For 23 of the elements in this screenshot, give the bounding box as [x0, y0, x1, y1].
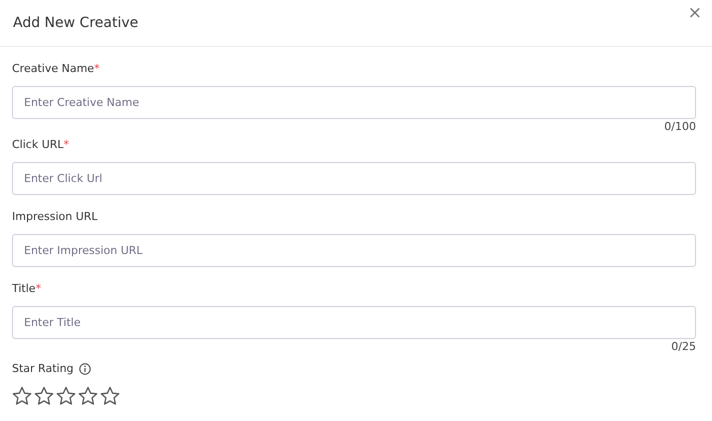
required-asterisk: *	[94, 62, 100, 75]
field-label: Click URL*	[12, 137, 70, 153]
info-icon[interactable]	[78, 363, 91, 375]
star-icon[interactable]	[78, 386, 98, 406]
star-icon[interactable]	[100, 386, 120, 406]
text-input[interactable]: Enter Creative Name	[12, 86, 696, 119]
star-icon[interactable]	[34, 386, 54, 406]
text-input[interactable]: Enter Impression URL	[12, 234, 696, 267]
field-label: Title*	[12, 281, 42, 297]
field-label: Star Rating	[12, 361, 74, 377]
dialog-title: Add New Creative	[13, 15, 138, 31]
character-counter: 0/25	[671, 340, 696, 354]
required-asterisk: *	[36, 282, 42, 295]
required-asterisk: *	[64, 138, 70, 151]
text-input[interactable]: Enter Click Url	[12, 162, 696, 195]
text-input[interactable]: Enter Title	[12, 306, 696, 339]
field-label: Creative Name*	[12, 61, 100, 77]
field-label: Impression URL	[12, 209, 98, 225]
star-icon[interactable]	[56, 386, 76, 406]
character-counter: 0/100	[664, 120, 696, 134]
star-icon[interactable]	[12, 386, 32, 406]
close-button[interactable]: ×	[684, 3, 706, 24]
star-rating[interactable]	[12, 386, 120, 406]
